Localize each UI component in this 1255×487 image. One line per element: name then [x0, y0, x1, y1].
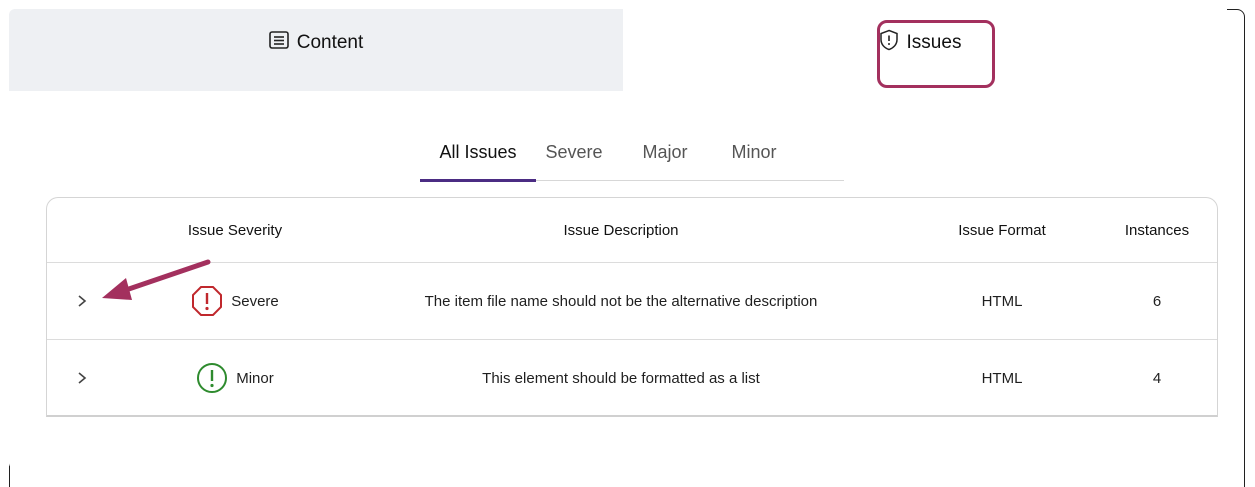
tab-content-label: Content: [296, 32, 364, 53]
table-row[interactable]: Minor This element should be formatted a…: [47, 340, 1217, 416]
header-severity[interactable]: Issue Severity: [155, 198, 315, 262]
expand-row-button[interactable]: [75, 263, 115, 339]
table-row[interactable]: Severe The item file name should not be …: [47, 263, 1217, 340]
chevron-right-icon: [78, 295, 87, 307]
severity-cell: Minor: [155, 340, 315, 416]
header-description[interactable]: Issue Description: [377, 198, 865, 262]
format-cell: HTML: [981, 369, 1023, 387]
table-header-row: Issue Severity Issue Description Issue F…: [47, 198, 1217, 263]
tab-content[interactable]: Content: [9, 9, 623, 91]
issue-filter-tabs: All Issues Severe Major Minor: [420, 131, 844, 182]
subtab-severe[interactable]: Severe: [536, 131, 612, 181]
severity-cell: Severe: [155, 263, 315, 339]
instances-cell: 6: [1152, 292, 1162, 310]
description-cell: This element should be formatted as a li…: [482, 369, 760, 387]
report-panel: Content Issues All Issues Severe Major M…: [9, 9, 1227, 469]
header-format[interactable]: Issue Format: [931, 198, 1073, 262]
description-cell: The item file name should not be the alt…: [424, 292, 818, 310]
list-icon: [268, 31, 289, 55]
instances-cell: 4: [1152, 369, 1162, 387]
circle-alert-icon: [197, 363, 228, 393]
severity-label: Minor: [236, 369, 274, 387]
subtab-all-issues[interactable]: All Issues: [420, 131, 536, 182]
chevron-right-icon: [78, 372, 87, 384]
subtab-minor[interactable]: Minor: [718, 131, 790, 181]
issues-tab-highlight: [877, 20, 995, 88]
format-cell: HTML: [981, 292, 1023, 310]
issues-table: Issue Severity Issue Description Issue F…: [46, 197, 1218, 417]
severity-label: Severe: [231, 292, 279, 310]
expand-row-button[interactable]: [75, 340, 115, 416]
octagon-alert-icon: [192, 286, 223, 316]
subtab-major[interactable]: Major: [612, 131, 718, 181]
header-instances[interactable]: Instances: [1105, 198, 1209, 262]
